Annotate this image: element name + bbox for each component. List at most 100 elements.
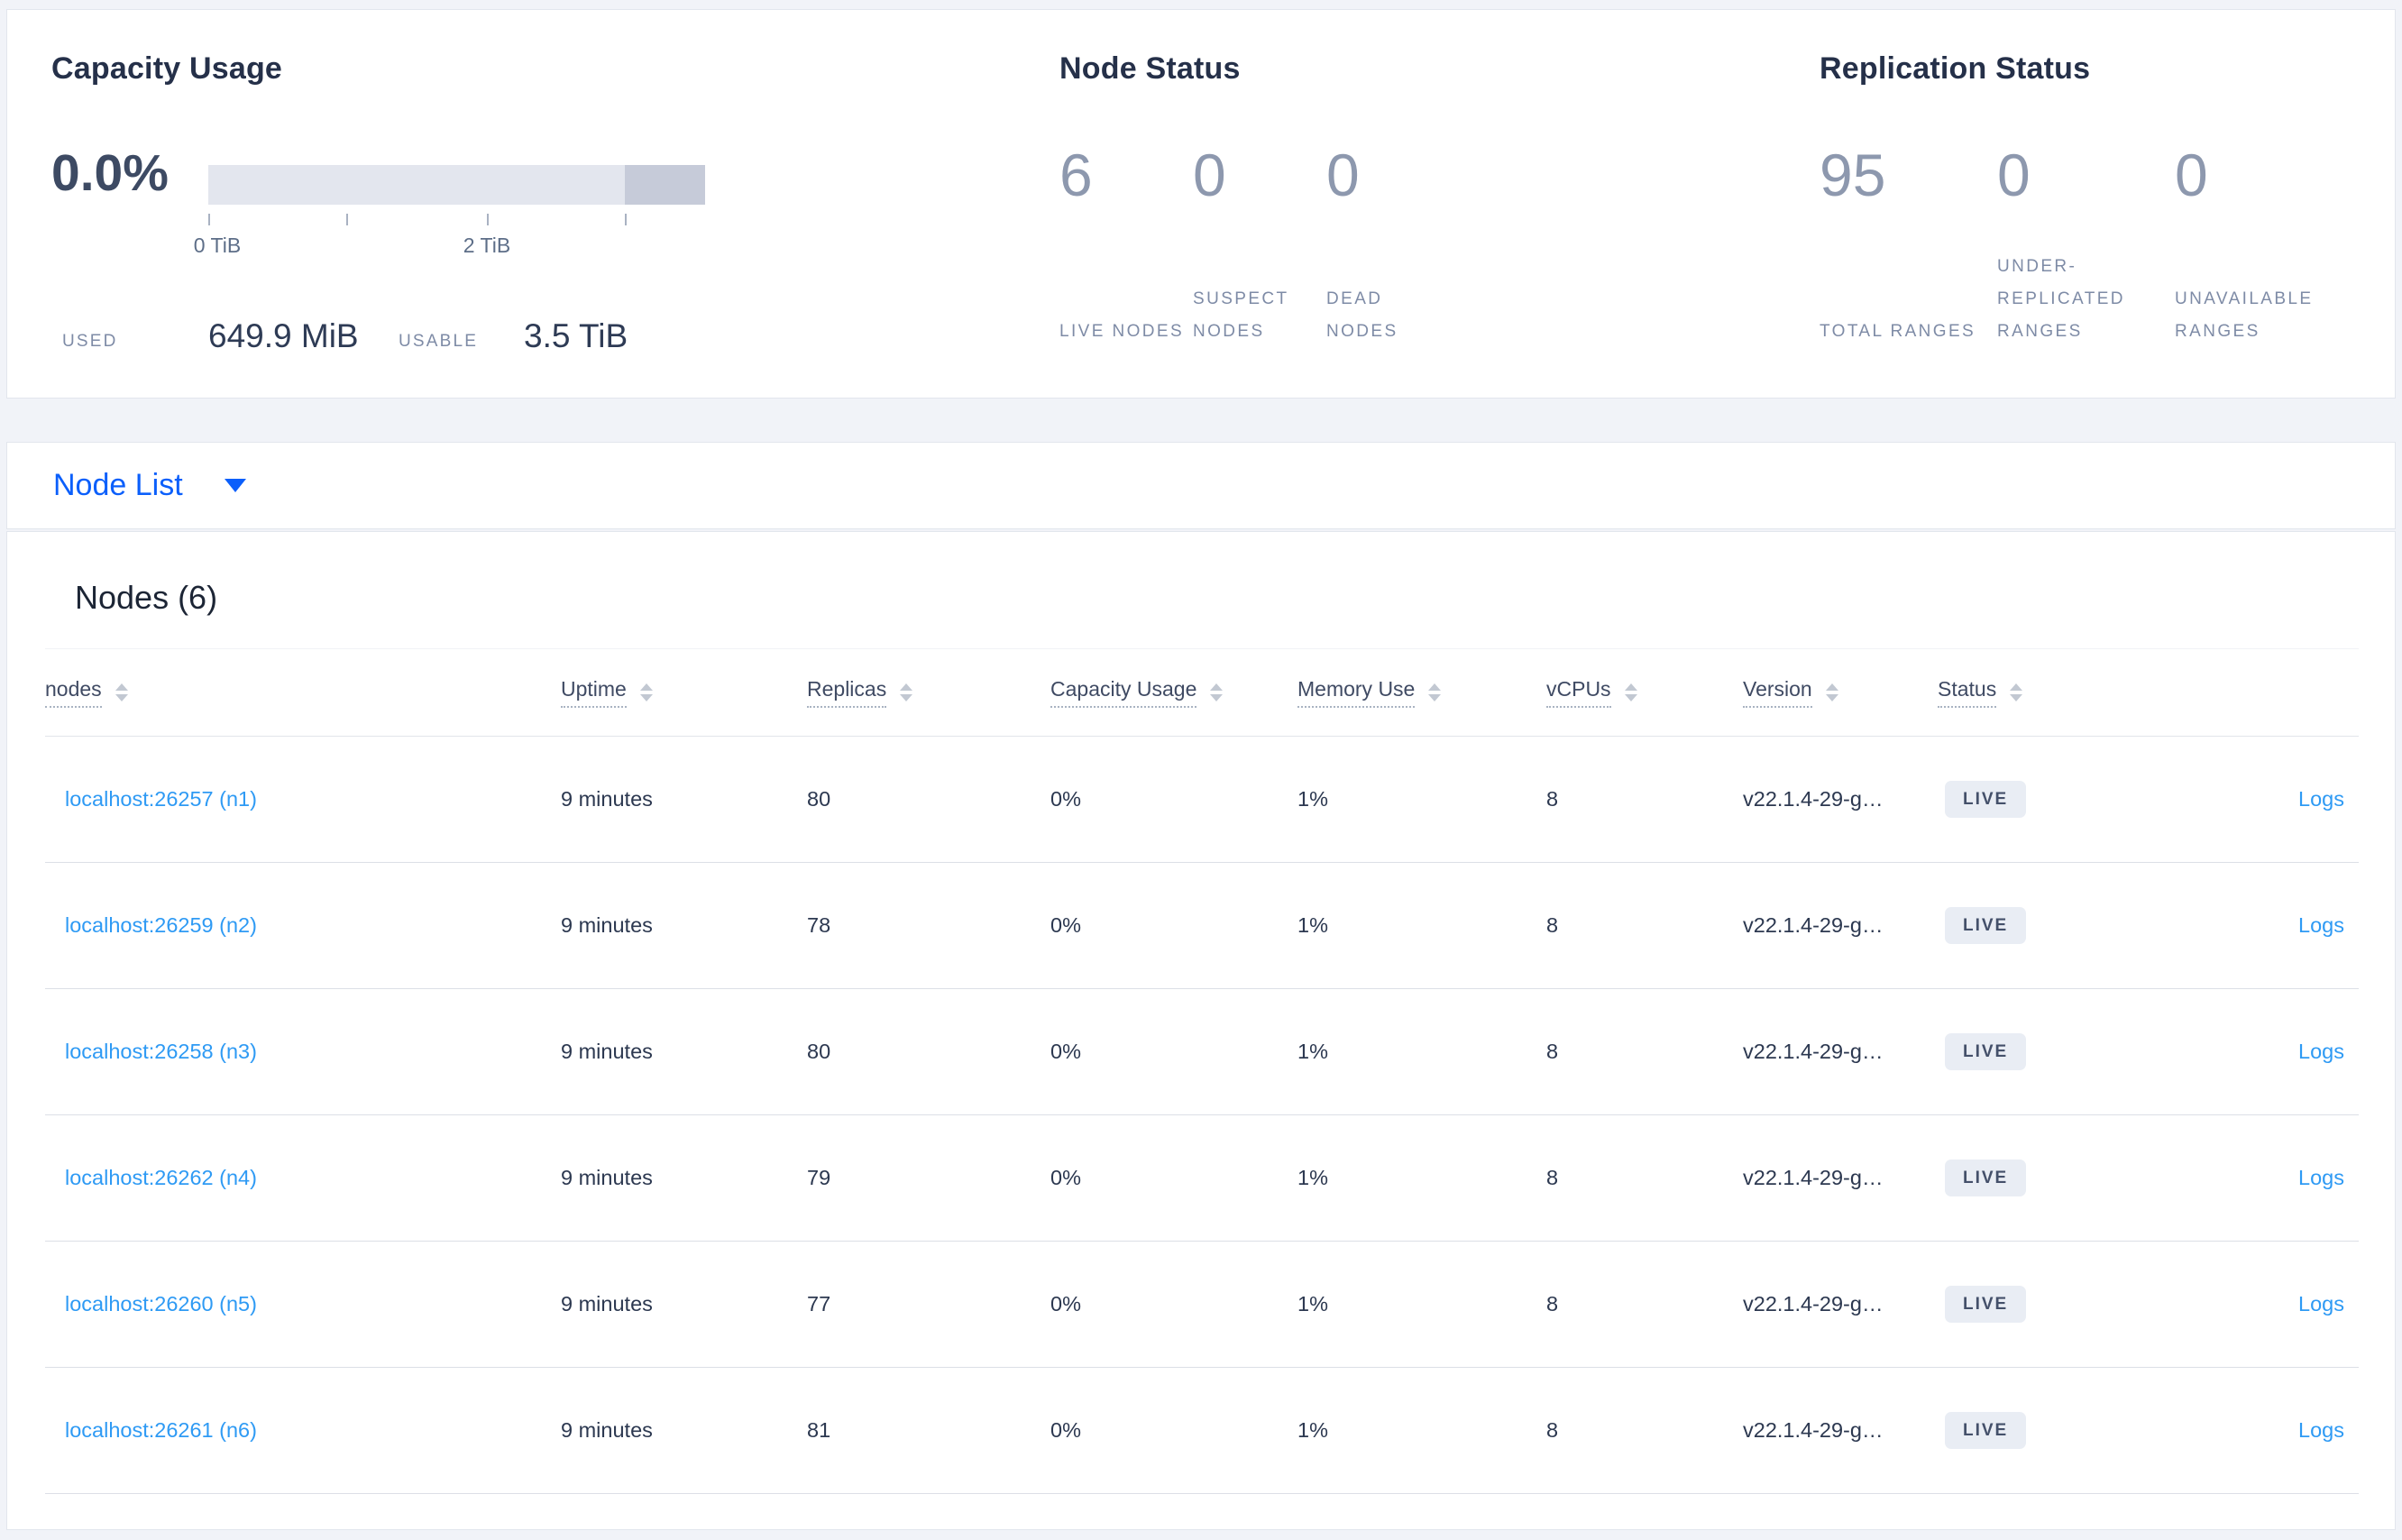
capacity-gauge: 0 TiB 2 TiB bbox=[194, 165, 705, 257]
node-status-stats: 6 LIVE NODES 0 SUSPECT NODES 0 DEAD NODE… bbox=[1059, 143, 1460, 348]
status-badge: LIVE bbox=[1945, 1160, 2027, 1196]
sort-icon bbox=[1210, 683, 1224, 701]
column-header[interactable]: Uptime bbox=[561, 677, 807, 708]
replication-status-stats: 95 TOTAL RANGES 0 UNDER-REPLICATED RANGE… bbox=[1820, 143, 2352, 348]
sort-icon bbox=[900, 683, 913, 701]
sort-icon bbox=[115, 683, 128, 701]
version-cell: v22.1.4-29-g… bbox=[1743, 1292, 1884, 1315]
logs-link[interactable]: Logs bbox=[2298, 913, 2344, 937]
table-row: localhost:26259 (n2) 9 minutes 78 0% 1% … bbox=[45, 863, 2359, 989]
stat-label: TOTAL RANGES bbox=[1820, 322, 1976, 341]
replication-status-title: Replication Status bbox=[1820, 51, 2091, 86]
memory-use-cell: 1% bbox=[1297, 1040, 1328, 1063]
cluster-summary-card: Capacity Usage 0.0% 0 TiB 2 TiB USED 649… bbox=[6, 9, 2396, 399]
capacity-usage-cell: 0% bbox=[1050, 1166, 1081, 1189]
column-header-label: Version bbox=[1743, 677, 1812, 708]
column-header-label: vCPUs bbox=[1546, 677, 1611, 708]
uptime-cell: 9 minutes bbox=[561, 1166, 653, 1189]
vcpus-cell: 8 bbox=[1546, 1292, 1559, 1315]
uptime-cell: 9 minutes bbox=[561, 787, 653, 811]
column-header[interactable]: nodes bbox=[45, 677, 561, 708]
capacity-percent-value: 0.0% bbox=[51, 144, 169, 202]
uptime-cell: 9 minutes bbox=[561, 913, 653, 937]
column-header-label: Uptime bbox=[561, 677, 627, 708]
status-badge: LIVE bbox=[1945, 781, 2027, 818]
sort-icon bbox=[2010, 683, 2023, 701]
version-cell: v22.1.4-29-g… bbox=[1743, 1040, 1884, 1063]
gauge-tick bbox=[346, 214, 348, 225]
logs-link[interactable]: Logs bbox=[2298, 1292, 2344, 1315]
view-selector-label: Node List bbox=[53, 468, 183, 502]
capacity-gauge-dark-segment bbox=[625, 165, 705, 205]
column-header-label: Replicas bbox=[807, 677, 887, 708]
capacity-usage-cell: 0% bbox=[1050, 1292, 1081, 1315]
version-cell: v22.1.4-29-g… bbox=[1743, 1166, 1884, 1189]
version-cell: v22.1.4-29-g… bbox=[1743, 913, 1884, 937]
capacity-usage-cell: 0% bbox=[1050, 787, 1081, 811]
node-link[interactable]: localhost:26262 (n4) bbox=[65, 1166, 257, 1189]
table-row: localhost:26260 (n5) 9 minutes 77 0% 1% … bbox=[45, 1242, 2359, 1368]
status-badge: LIVE bbox=[1945, 1412, 2027, 1449]
replicas-cell: 79 bbox=[807, 1166, 831, 1189]
column-header[interactable]: Capacity Usage bbox=[1050, 677, 1297, 708]
vcpus-cell: 8 bbox=[1546, 1040, 1559, 1063]
nodes-table-body: localhost:26257 (n1) 9 minutes 80 0% 1% … bbox=[45, 737, 2359, 1494]
replicas-cell: 77 bbox=[807, 1292, 831, 1315]
stat-label: UNDER-REPLICATED RANGES bbox=[1997, 257, 2125, 341]
column-header[interactable]: Status bbox=[1938, 677, 2265, 708]
gauge-tick bbox=[487, 214, 489, 225]
used-label: USED bbox=[62, 332, 118, 351]
replicas-cell: 80 bbox=[807, 787, 831, 811]
stat-value: 0 bbox=[1997, 142, 2031, 208]
version-cell: v22.1.4-29-g… bbox=[1743, 787, 1884, 811]
status-badge: LIVE bbox=[1945, 907, 2027, 944]
table-row: localhost:26257 (n1) 9 minutes 80 0% 1% … bbox=[45, 737, 2359, 863]
node-link[interactable]: localhost:26260 (n5) bbox=[65, 1292, 257, 1315]
vcpus-cell: 8 bbox=[1546, 1418, 1559, 1442]
column-header[interactable]: Version bbox=[1743, 677, 1938, 708]
used-value: 649.9 MiB bbox=[208, 317, 359, 354]
node-status-title: Node Status bbox=[1059, 51, 1241, 86]
replicas-cell: 81 bbox=[807, 1418, 831, 1442]
column-header[interactable]: Memory Use bbox=[1297, 677, 1546, 708]
logs-link[interactable]: Logs bbox=[2298, 1166, 2344, 1189]
node-link[interactable]: localhost:26259 (n2) bbox=[65, 913, 257, 937]
node-link[interactable]: localhost:26258 (n3) bbox=[65, 1040, 257, 1063]
stat-value: 6 bbox=[1059, 142, 1093, 208]
memory-use-cell: 1% bbox=[1297, 787, 1328, 811]
nodes-section-title: Nodes (6) bbox=[75, 579, 218, 616]
usable-label: USABLE bbox=[399, 332, 479, 351]
column-header-label: Memory Use bbox=[1297, 677, 1416, 708]
status-badge: LIVE bbox=[1945, 1286, 2027, 1323]
gauge-tick bbox=[208, 214, 210, 225]
vcpus-cell: 8 bbox=[1546, 913, 1559, 937]
column-header[interactable]: vCPUs bbox=[1546, 677, 1743, 708]
usable-value: 3.5 TiB bbox=[524, 317, 628, 354]
view-selector-dropdown[interactable]: Node List bbox=[6, 442, 2396, 529]
node-link[interactable]: localhost:26257 (n1) bbox=[65, 787, 257, 811]
stat-label: DEAD NODES bbox=[1326, 289, 1398, 341]
sort-icon bbox=[639, 683, 653, 701]
column-header[interactable]: Replicas bbox=[807, 677, 1050, 708]
memory-use-cell: 1% bbox=[1297, 1418, 1328, 1442]
logs-link[interactable]: Logs bbox=[2298, 1040, 2344, 1063]
uptime-cell: 9 minutes bbox=[561, 1292, 653, 1315]
replication-status-stat: 95 TOTAL RANGES bbox=[1820, 143, 1997, 348]
replicas-cell: 80 bbox=[807, 1040, 831, 1063]
vcpus-cell: 8 bbox=[1546, 787, 1559, 811]
stat-label: SUSPECT NODES bbox=[1193, 289, 1289, 341]
capacity-usage-cell: 0% bbox=[1050, 1040, 1081, 1063]
logs-link[interactable]: Logs bbox=[2298, 1418, 2344, 1442]
capacity-usage-cell: 0% bbox=[1050, 1418, 1081, 1442]
replication-status-stat: 0 UNDER-REPLICATED RANGES bbox=[1997, 143, 2175, 348]
table-row: localhost:26262 (n4) 9 minutes 79 0% 1% … bbox=[45, 1115, 2359, 1242]
memory-use-cell: 1% bbox=[1297, 913, 1328, 937]
stat-value: 0 bbox=[1326, 142, 1360, 208]
node-status-stat: 0 DEAD NODES bbox=[1326, 143, 1460, 348]
node-link[interactable]: localhost:26261 (n6) bbox=[65, 1418, 257, 1442]
sort-icon bbox=[1428, 683, 1442, 701]
gauge-tick-label-0: 0 TiB bbox=[193, 234, 242, 257]
logs-link[interactable]: Logs bbox=[2298, 787, 2344, 811]
table-row: localhost:26261 (n6) 9 minutes 81 0% 1% … bbox=[45, 1368, 2359, 1494]
memory-use-cell: 1% bbox=[1297, 1292, 1328, 1315]
